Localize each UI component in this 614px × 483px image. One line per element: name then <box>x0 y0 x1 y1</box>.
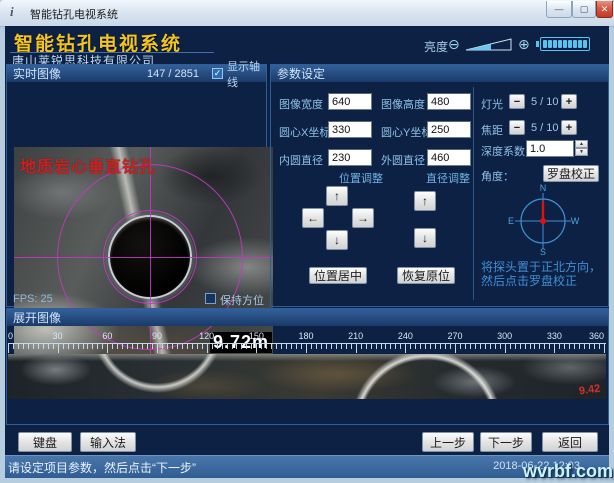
compass-calibrate-button[interactable]: 罗盘校正 <box>543 165 599 182</box>
spin-up-icon: ▲ <box>579 141 584 147</box>
keep-orientation-checkbox[interactable] <box>205 293 216 304</box>
input-method-button[interactable]: 输入法 <box>80 432 136 452</box>
down-arrow-icon: ↓ <box>422 231 428 245</box>
move-down-button[interactable]: ↓ <box>326 230 348 250</box>
params-panel: 参数设定 图像宽度 图像高度 圆心X坐标 圆心Y坐标 内圆直径 外圆直径 位置调… <box>270 64 609 307</box>
field-label: 内圆直径 <box>279 152 323 168</box>
crosshair-horizontal <box>14 257 273 258</box>
check-icon: ✓ <box>214 68 222 79</box>
minimize-icon: — <box>555 4 564 14</box>
compass-w-label: W <box>571 216 579 226</box>
depth-coef-spinner: ▲ ▼ <box>575 140 588 156</box>
depth-mark: 9.42 <box>578 383 601 398</box>
watermark: wvrbf.com <box>523 461 613 482</box>
move-up-button[interactable]: ↑ <box>326 186 348 206</box>
fps-label: FPS: 25 <box>13 293 53 305</box>
next-step-button[interactable]: 下一步 <box>480 432 532 452</box>
compass-note-line2: 然后点击罗盘校正 <box>481 272 577 289</box>
project-overlay-text: 地质岩心垂直钻孔 <box>20 153 156 177</box>
params-panel-header: 参数设定 <box>271 65 608 82</box>
up-arrow-icon: ↑ <box>334 189 340 203</box>
status-message: 请设定项目参数，然后点击“下一步” <box>8 459 196 476</box>
field-label: 圆心Y坐标 <box>381 124 432 140</box>
right-arrow-icon: → <box>357 211 369 225</box>
position-adjust-label: 位置调整 <box>316 170 406 186</box>
minus-icon: − <box>514 122 520 134</box>
minimize-button[interactable]: — <box>546 1 572 18</box>
field-label: 外圆直径 <box>381 152 425 168</box>
close-button[interactable]: ✕ <box>596 1 613 18</box>
live-panel: 实时图像 147 / 2851 ✓ 显示轴线 地质岩心垂直钻孔 9.72m FP… <box>6 64 267 307</box>
minus-icon: − <box>514 96 520 108</box>
show-axis-checkbox[interactable]: ✓ <box>212 68 223 79</box>
live-panel-title: 实时图像 <box>13 65 61 82</box>
field-label: 圆心X坐标 <box>279 124 330 140</box>
spin-down-icon: ▼ <box>579 149 584 155</box>
app-icon: i <box>10 4 14 20</box>
compass: N S E W <box>507 181 579 255</box>
brightness-minus-icon[interactable]: ⊖ <box>448 36 460 53</box>
focus-value: 5 / 10 <box>531 122 559 134</box>
compass-s-label: S <box>540 247 546 255</box>
focus-minus-button[interactable]: − <box>509 120 525 135</box>
diameter-adjust-label: 直径调整 <box>403 170 493 186</box>
live-panel-header: 实时图像 147 / 2851 ✓ 显示轴线 <box>7 65 266 82</box>
field-label: 图像高度 <box>381 96 425 112</box>
center-x-input[interactable] <box>328 121 372 138</box>
center-y-input[interactable] <box>427 121 471 138</box>
inner-diameter-input[interactable] <box>328 149 372 166</box>
return-button[interactable]: 返回 <box>542 432 598 452</box>
keyboard-button[interactable]: 键盘 <box>18 432 72 452</box>
titlebar[interactable]: i 智能钻孔电视系统 — ▢ ✕ <box>0 0 614 27</box>
battery-icon <box>540 37 590 51</box>
field-label: 图像宽度 <box>279 96 323 112</box>
focus-plus-button[interactable]: + <box>561 120 577 135</box>
maximize-icon: ▢ <box>580 4 589 15</box>
brightness-label: 亮度 <box>424 38 448 55</box>
frame-counter: 147 / 2851 <box>147 68 199 80</box>
spin-down-button[interactable]: ▼ <box>575 148 588 156</box>
image-width-input[interactable] <box>328 93 372 110</box>
diameter-down-button[interactable]: ↓ <box>414 228 436 248</box>
focus-label: 焦距 <box>481 122 503 138</box>
unrolled-borehole-image: 9.42 <box>8 354 606 399</box>
up-arrow-icon: ↑ <box>422 194 428 208</box>
light-label: 灯光 <box>481 96 503 112</box>
down-arrow-icon: ↓ <box>334 233 340 247</box>
window-title: 智能钻孔电视系统 <box>30 6 118 22</box>
spin-up-button[interactable]: ▲ <box>575 140 588 148</box>
light-plus-button[interactable]: + <box>561 94 577 109</box>
light-value: 5 / 10 <box>531 96 559 108</box>
compass-n-label: N <box>540 183 547 193</box>
depth-coef-input[interactable] <box>526 140 574 157</box>
show-axis-label: 显示轴线 <box>227 58 266 90</box>
restore-position-button[interactable]: 恢复原位 <box>397 267 455 284</box>
light-minus-button[interactable]: − <box>509 94 525 109</box>
panel-divider <box>473 87 474 300</box>
brightness-plus-icon[interactable]: ⊕ <box>518 36 530 53</box>
unrolled-panel-header: 展开图像 <box>7 309 608 326</box>
plus-icon: + <box>566 96 572 108</box>
move-right-button[interactable]: → <box>352 208 374 228</box>
previous-step-button[interactable]: 上一步 <box>422 432 474 452</box>
params-panel-title: 参数设定 <box>277 65 325 82</box>
brightness-slider[interactable] <box>465 37 513 52</box>
center-position-button[interactable]: 位置居中 <box>309 267 367 284</box>
degree-ruler: 0306090120150180210240270300330360 <box>8 331 606 354</box>
maximize-button[interactable]: ▢ <box>572 1 596 18</box>
image-height-input[interactable] <box>427 93 471 110</box>
unrolled-panel-title: 展开图像 <box>13 309 61 326</box>
keep-orientation-label: 保持方位 <box>220 292 264 308</box>
left-arrow-icon: ← <box>307 211 319 225</box>
close-icon: ✕ <box>601 4 609 15</box>
diameter-up-button[interactable]: ↑ <box>414 191 436 211</box>
compass-e-label: E <box>508 216 514 226</box>
depth-coef-label: 深度系数 <box>481 143 525 159</box>
plus-icon: + <box>566 122 572 134</box>
move-left-button[interactable]: ← <box>302 208 324 228</box>
outer-diameter-input[interactable] <box>427 149 471 166</box>
battery-cap <box>536 41 539 47</box>
